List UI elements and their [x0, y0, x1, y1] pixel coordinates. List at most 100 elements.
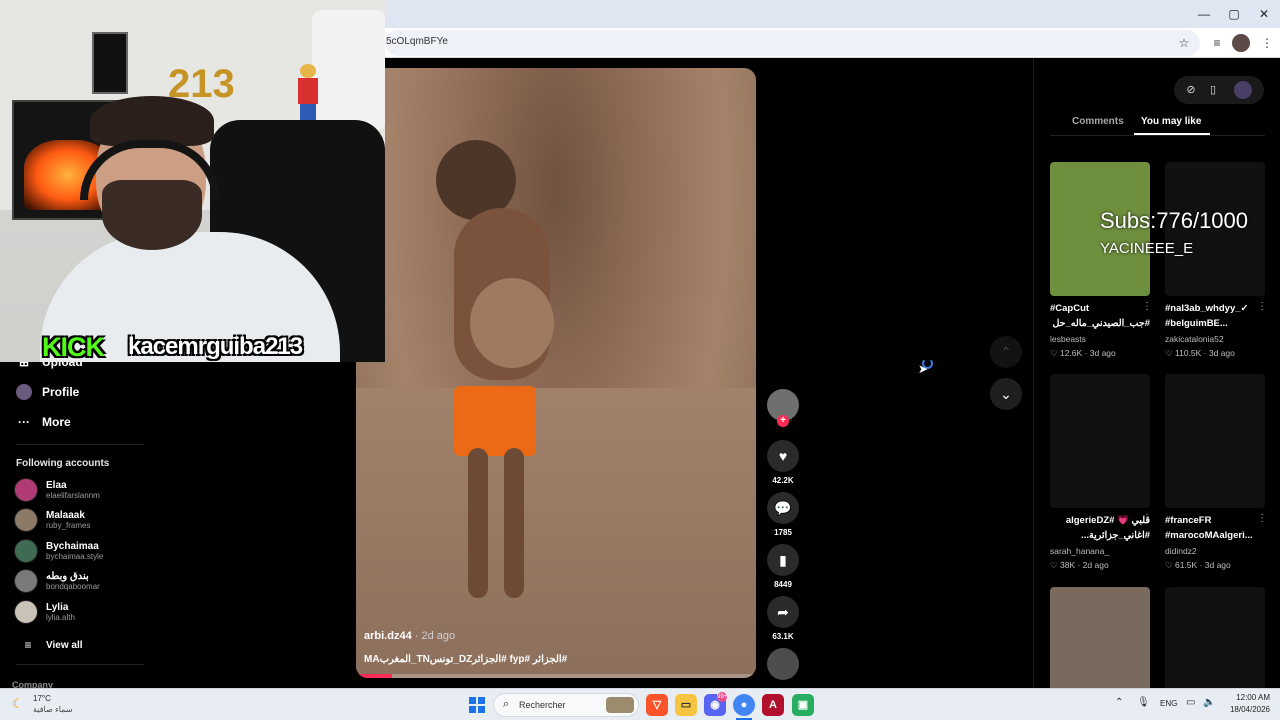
sidebar-item-label: More	[42, 415, 71, 429]
app-a-icon[interactable]: A	[762, 694, 784, 716]
following-account[interactable]: Bychaimaa bychaimaa.style	[14, 539, 103, 563]
heart-icon: ♥	[778, 448, 788, 464]
follow-plus-icon[interactable]: +	[777, 415, 789, 427]
share-arrow-icon: ➦	[777, 604, 789, 620]
clock-date[interactable]: 18/04/2026	[1222, 705, 1270, 714]
weather-temp[interactable]: 17°C	[33, 694, 51, 703]
moon-weather-icon[interactable]: ☾	[12, 696, 28, 712]
compass-icon[interactable]: ⊘	[1182, 81, 1200, 99]
card-stats: ♡ 61.5K · 3d ago	[1165, 560, 1231, 571]
video-subject	[454, 386, 536, 456]
windows-start-icon[interactable]	[469, 697, 485, 713]
sound-disc-icon[interactable]	[767, 648, 799, 680]
card-username[interactable]: sarah_hanana_	[1050, 546, 1109, 556]
card-more-icon[interactable]: ⋮	[1257, 513, 1267, 524]
card-username[interactable]: didindz2	[1165, 546, 1197, 556]
active-tab-underline	[1134, 133, 1210, 135]
webcam-jersey	[312, 10, 385, 130]
following-account[interactable]: Malaaak ruby_frames	[14, 508, 90, 532]
app-terminal-icon[interactable]: ▣	[792, 694, 814, 716]
account-handle: bychaimaa.style	[46, 551, 104, 561]
account-handle: ruby_frames	[46, 520, 91, 530]
card-more-icon[interactable]: ⋮	[1257, 301, 1267, 312]
next-video-button[interactable]: ⌄	[990, 378, 1022, 410]
brave-browser-icon[interactable]: ▽	[646, 694, 668, 716]
following-account[interactable]: Elaa elaelifarslannm	[14, 478, 100, 502]
share-count: 63.1K	[772, 632, 794, 641]
video-thumbnail[interactable]	[1050, 374, 1150, 508]
card-title[interactable]: #marocoMAalgeri...	[1165, 529, 1265, 543]
chrome-icon[interactable]: ●	[733, 694, 755, 716]
tab-comments[interactable]: Comments	[1072, 116, 1124, 127]
video-subject	[468, 448, 488, 598]
card-views: 110.5K	[1174, 348, 1202, 358]
account-name: Lylia	[46, 601, 69, 613]
phone-icon[interactable]: ▯	[1204, 81, 1222, 99]
author-handle[interactable]: arbi.dz44	[364, 630, 412, 642]
video-author[interactable]: arbi.dz44 · 2d ago	[364, 630, 455, 642]
like-button[interactable]: ♥	[767, 440, 799, 472]
previous-video-button[interactable]: ⌃	[990, 336, 1022, 368]
card-age: 3d ago	[1204, 560, 1231, 570]
clock-time[interactable]: 12:00 AM	[1222, 693, 1270, 702]
tab-you-may-like[interactable]: You may like	[1141, 116, 1201, 127]
card-more-icon[interactable]: ⋮	[1142, 301, 1152, 312]
address-bar[interactable]	[385, 30, 1200, 56]
address-url: 5cOLqmBFYe	[386, 36, 448, 47]
bookmark-star-icon[interactable]: ☆	[1175, 34, 1193, 52]
card-age: 2d ago	[1082, 560, 1109, 570]
webcam-streamer	[90, 96, 214, 146]
view-all-button[interactable]: ≡ View all	[20, 637, 82, 653]
card-stats: ♡ 110.5K · 3d ago	[1165, 348, 1235, 359]
avatar	[14, 508, 38, 532]
file-explorer-icon[interactable]: ▭	[675, 694, 697, 716]
heart-outline-icon: ♡	[1165, 560, 1175, 570]
card-age: 3d ago	[1089, 348, 1116, 358]
card-title[interactable]: قلبي 💗 #algerieDZ	[1050, 514, 1150, 528]
card-stats: ♡ 38K · 2d ago	[1050, 560, 1109, 571]
video-thumbnail[interactable]	[1165, 374, 1265, 508]
video-progress-bar[interactable]	[356, 674, 756, 678]
following-account[interactable]: بندق وبطه bondqaboomar	[14, 569, 100, 593]
save-button[interactable]: ▮	[767, 544, 799, 576]
video-caption[interactable]: #الجزائر #fyp #الجزائرDZ_تونسTN_المغربMA	[364, 654, 567, 665]
kebab-menu-icon[interactable]: ⋮	[1258, 34, 1276, 52]
speaker-icon[interactable]: 🔈	[1203, 697, 1215, 708]
stream-subs-overlay: Subs:776/1000	[1100, 208, 1249, 233]
following-account[interactable]: Lylia lylia.alth	[14, 600, 75, 624]
language-indicator[interactable]: ENG	[1160, 699, 1177, 708]
heart-outline-icon: ♡	[1165, 348, 1175, 358]
profile-avatar-icon[interactable]	[1232, 34, 1250, 52]
chevron-down-icon: ⌄	[1000, 386, 1012, 402]
taskbar-search[interactable]: ⌕ Rechercher	[493, 693, 639, 717]
weather-condition[interactable]: سماء صافية	[33, 705, 73, 714]
video-player[interactable]: arbi.dz44 · 2d ago #الجزائر #fyp #الجزائ…	[356, 68, 756, 678]
card-username[interactable]: lesbeasts	[1050, 334, 1086, 344]
save-count: 8449	[774, 580, 792, 589]
sidebar-item-profile[interactable]: Profile	[16, 384, 79, 400]
card-username[interactable]: zakicatalonia52	[1165, 334, 1224, 344]
comment-button[interactable]: 💬	[767, 492, 799, 524]
share-button[interactable]: ➦	[767, 596, 799, 628]
sidebar-item-more[interactable]: ··· More	[16, 414, 71, 430]
close-icon[interactable]: ✕	[1248, 4, 1280, 24]
separator: ·	[1082, 348, 1090, 358]
microphone-icon[interactable]: 🎙	[1137, 697, 1150, 708]
media-controls-icon[interactable]: ≡	[1208, 34, 1226, 52]
card-title[interactable]: #اغاني_جزائرية...	[1050, 529, 1150, 543]
monitor-icon[interactable]: ▭	[1186, 697, 1195, 708]
minimize-icon[interactable]: —	[1188, 4, 1220, 24]
card-title[interactable]: #CapCut	[1050, 302, 1150, 316]
screen: — ▢ ✕ 5cOLqmBFYe ☆ ≡ ⋮ ⊞ Upload Profile …	[0, 0, 1280, 720]
chevron-up-icon[interactable]: ⌃	[1115, 697, 1123, 708]
card-title[interactable]: #nal3ab_whdyy_✓	[1165, 302, 1265, 316]
card-title[interactable]: #belguimBE...	[1165, 317, 1265, 331]
restore-icon[interactable]: ▢	[1218, 4, 1250, 24]
right-panel: ⊘ ▯ Comments You may like #CapCut #جب_الص…	[1033, 58, 1280, 720]
card-more-icon[interactable]: ⋮	[1142, 513, 1152, 524]
windows-taskbar: ☾ 17°C سماء صافية ⌕ Rechercher ▽ ▭ ◉ 99+…	[0, 688, 1280, 720]
card-title[interactable]: #جب_الصيدني_ماله_حل	[1050, 317, 1150, 331]
card-stats: ♡ 12.6K · 3d ago	[1050, 348, 1116, 359]
card-title[interactable]: #franceFR	[1165, 514, 1265, 528]
profile-avatar-icon[interactable]	[1234, 81, 1252, 99]
